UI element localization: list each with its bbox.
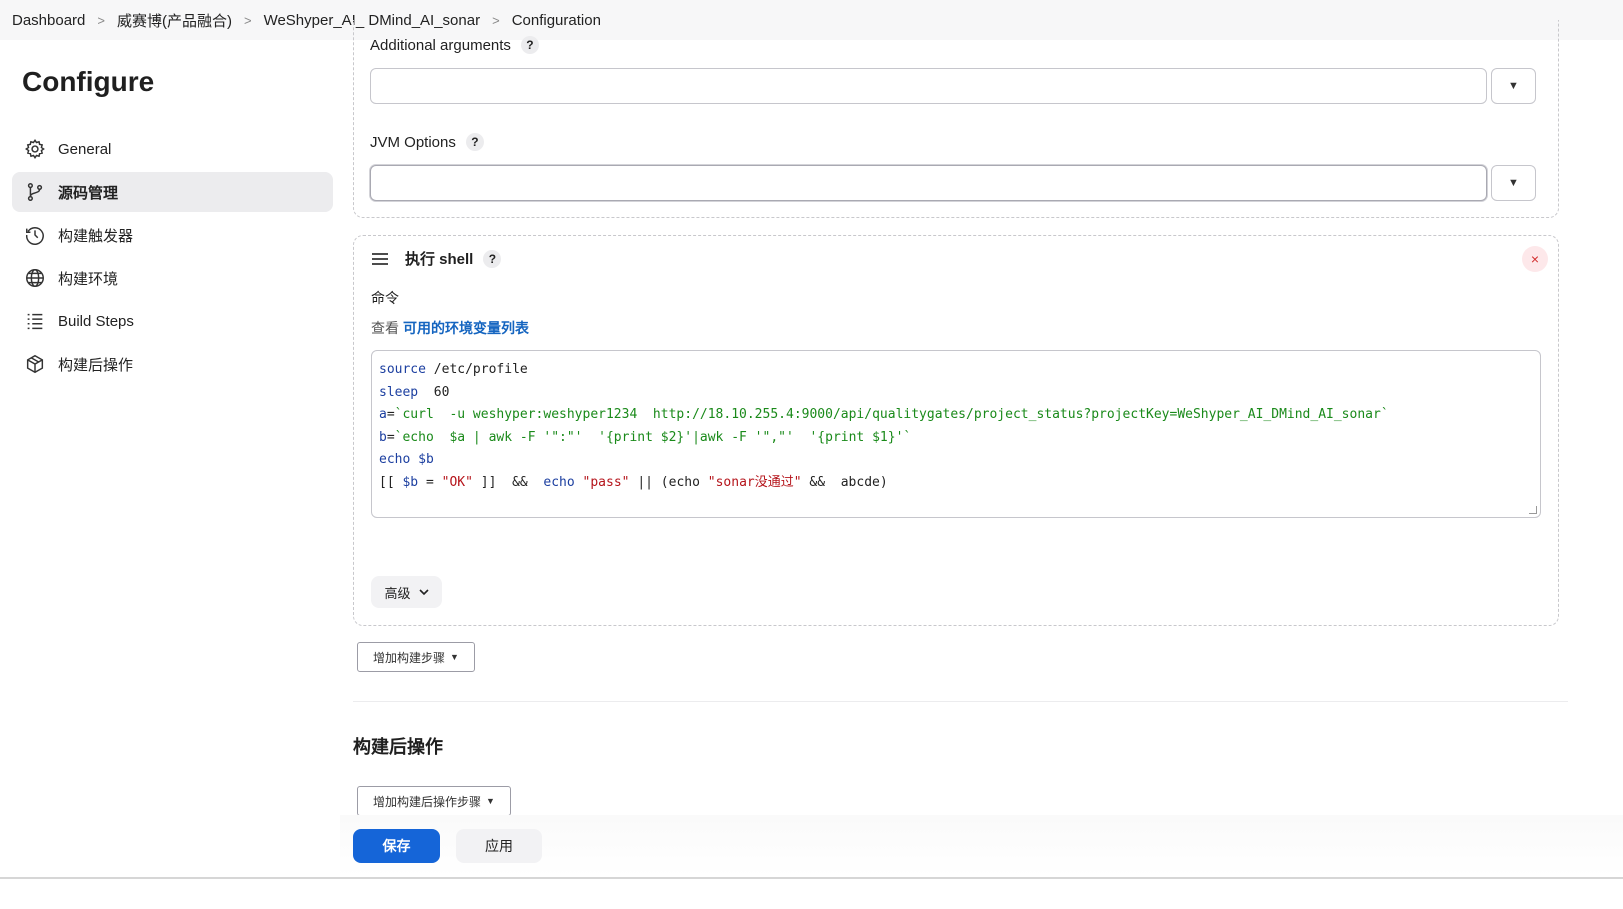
sidebar-item-post-build[interactable]: 构建后操作	[12, 344, 333, 384]
sidebar-item-scm[interactable]: 源码管理	[12, 172, 333, 212]
chevron-down-icon: ▼	[1508, 80, 1519, 92]
jvm-options-label: JVM Options ?	[370, 133, 484, 151]
sidebar-item-triggers[interactable]: 构建触发器	[12, 215, 333, 255]
help-icon[interactable]: ?	[520, 36, 539, 54]
chevron-down-icon: ▼	[1508, 177, 1519, 189]
resize-handle[interactable]	[1529, 506, 1537, 514]
section-divider	[353, 701, 1568, 702]
jvm-options-dropdown-button[interactable]: ▼	[1491, 165, 1536, 201]
sidebar: Configure General 源码管理 构建触发器 构建环境 Build …	[0, 40, 340, 909]
additional-arguments-text: Additional arguments	[370, 36, 511, 54]
execute-shell-title: 执行 shell	[405, 251, 474, 268]
sidebar-item-general[interactable]: General	[12, 129, 333, 169]
breadcrumb-dashboard[interactable]: Dashboard	[12, 10, 85, 31]
sidebar-item-label: 源码管理	[58, 184, 119, 202]
code-line: b=`echo $a | awk -F '":"' '{print $2}'|a…	[379, 429, 912, 445]
drag-handle-icon[interactable]	[371, 252, 389, 266]
caret-down-icon: ▼	[450, 652, 459, 662]
list-icon	[24, 310, 46, 332]
advanced-button[interactable]: 高级	[371, 576, 442, 608]
env-vars-prefix: 查看	[371, 320, 399, 336]
code-line-1: /etc/profile	[433, 362, 528, 377]
add-post-build-step-label: 增加构建后操作步骤	[373, 794, 482, 809]
help-icon[interactable]: ?	[465, 133, 484, 151]
execute-shell-card: 执行 shell ? × 命令 查看 可用的环境变量列表 source /etc/…	[353, 235, 1559, 626]
page-title: Configure	[22, 66, 155, 97]
help-icon[interactable]: ?	[483, 249, 502, 268]
caret-down-icon: ▼	[486, 796, 495, 806]
execute-shell-header: 执行 shell ?	[371, 248, 502, 269]
additional-arguments-dropdown-button[interactable]: ▼	[1491, 68, 1536, 104]
clock-icon	[24, 224, 46, 246]
breadcrumb-separator-2: >	[243, 12, 252, 28]
sidebar-item-label: General	[58, 140, 112, 158]
env-vars-link[interactable]: 可用的环境变量列表	[403, 320, 529, 336]
advanced-label: 高级	[384, 585, 411, 601]
add-build-step-label: 增加构建步骤	[373, 650, 446, 665]
code-line: [[ $b = "OK" ]] && echo "pass" || (echo …	[379, 474, 888, 490]
package-icon	[24, 353, 46, 375]
main-content: Additional arguments ? ▼ JVM Options ? ▼…	[353, 20, 1623, 909]
chevron-down-icon	[418, 588, 429, 595]
code-line: echo $b	[379, 452, 434, 467]
add-post-build-step-button[interactable]: 增加构建后操作步骤 ▼	[357, 786, 511, 816]
env-vars-line: 查看 可用的环境变量列表	[371, 318, 529, 338]
breadcrumb-separator-1: >	[97, 12, 105, 28]
code-line: sleep 60	[379, 384, 450, 400]
save-button[interactable]: 保存	[353, 829, 440, 863]
sidebar-item-build-steps[interactable]: Build Steps	[12, 301, 333, 341]
globe-icon	[24, 267, 46, 289]
delete-step-button[interactable]: ×	[1522, 246, 1548, 272]
post-build-section-title: 构建后操作	[353, 737, 443, 757]
sidebar-item-label: Build Steps	[58, 312, 134, 330]
branch-icon	[24, 181, 46, 203]
code-line: a=`curl -u weshyper:weshyper1234 http://…	[379, 407, 1389, 422]
sidebar-item-label: 构建触发器	[58, 227, 134, 245]
additional-arguments-input[interactable]	[370, 68, 1487, 104]
code-line: source /etc/profile	[379, 362, 528, 377]
sidebar-item-environment[interactable]: 构建环境	[12, 258, 333, 298]
breadcrumb-folder[interactable]: 威赛博(产品融合)	[117, 8, 232, 33]
command-textarea[interactable]: source /etc/profile sleep 60 a=`curl -u we…	[371, 350, 1541, 518]
jvm-options-text: JVM Options	[370, 133, 456, 151]
sidebar-item-label: 构建后操作	[58, 356, 134, 374]
close-icon: ×	[1530, 251, 1540, 267]
add-build-step-button[interactable]: 增加构建步骤 ▼	[357, 642, 475, 672]
code-line-2: 60	[433, 384, 450, 400]
sidebar-item-label: 构建环境	[58, 270, 119, 288]
bottom-border	[0, 877, 1623, 879]
gear-icon	[24, 138, 46, 160]
command-label: 命令	[371, 290, 399, 306]
apply-button[interactable]: 应用	[456, 829, 542, 863]
additional-arguments-label: Additional arguments ?	[370, 36, 539, 54]
jvm-options-input[interactable]	[370, 165, 1487, 201]
